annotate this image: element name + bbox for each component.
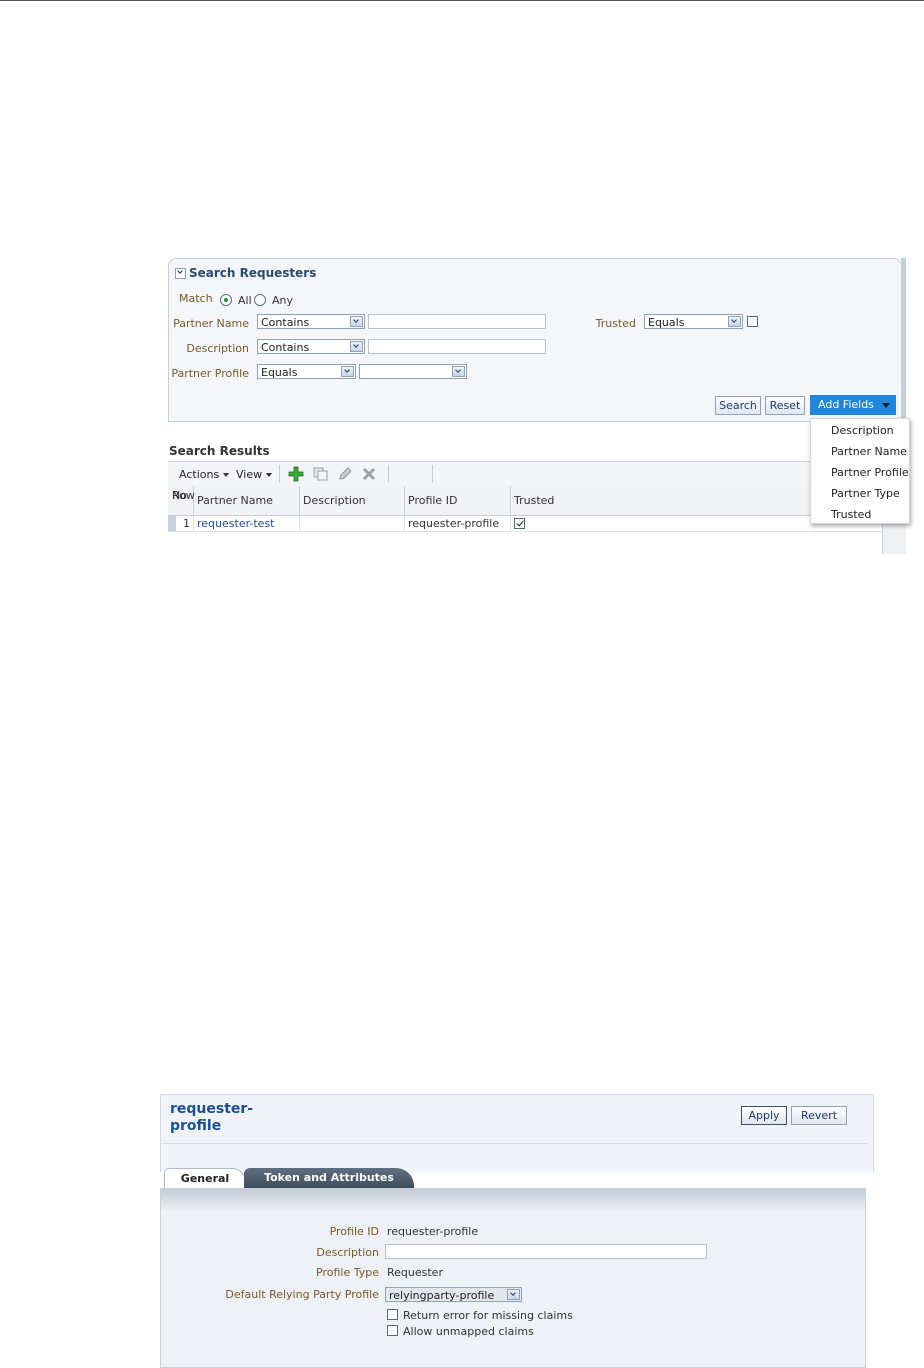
page-top-rule [0, 0, 924, 1]
search-button[interactable]: Search [715, 396, 761, 415]
chevron-down-icon [350, 341, 363, 352]
chevron-down-icon [452, 366, 465, 377]
default-rp-profile-select[interactable]: relyingparty-profile [385, 1287, 522, 1302]
tab-token-and-attributes[interactable]: Token and Attributes [244, 1168, 414, 1188]
add-icon[interactable] [288, 466, 304, 482]
chevron-down-icon [350, 316, 363, 327]
profile-type-value: Requester [387, 1266, 443, 1279]
view-menu[interactable]: View [236, 468, 273, 481]
vertical-scrollbar[interactable] [901, 258, 906, 428]
trusted-row-checkbox[interactable] [514, 518, 525, 529]
add-fields-dropdown: Description Partner Name Partner Profile… [810, 418, 910, 524]
default-rp-profile-label: Default Relying Party Profile [225, 1288, 379, 1301]
description-input[interactable] [368, 339, 546, 354]
menu-item-partner-profile[interactable]: Partner Profile [831, 466, 909, 479]
match-all-label: All [238, 294, 252, 307]
tab-general[interactable]: General [164, 1168, 246, 1188]
description-field-input[interactable] [385, 1244, 707, 1259]
results-table: Row No. Partner Name Description Profile … [168, 486, 883, 554]
row-no-line2: No. [172, 489, 191, 502]
partner-profile-label: Partner Profile [171, 367, 249, 380]
chevron-down-icon [728, 316, 741, 327]
allow-unmapped-label: Allow unmapped claims [403, 1325, 534, 1338]
collapse-chevron-icon[interactable] [175, 267, 186, 279]
caret-down-icon [882, 403, 890, 408]
reset-button[interactable]: Reset [765, 396, 805, 415]
column-header-profile-id[interactable]: Profile ID [405, 486, 511, 515]
row-number-cell: 1 [168, 516, 194, 531]
match-any-label: Any [272, 294, 294, 307]
return-error-label: Return error for missing claims [403, 1309, 573, 1322]
partner-name-operator-value: Contains [261, 316, 310, 329]
partner-name-label: Partner Name [173, 317, 249, 330]
body-gradient [161, 1189, 865, 1211]
actions-menu[interactable]: Actions [179, 468, 230, 481]
search-box: Search Requesters Match All Any Partner … [168, 258, 902, 422]
column-header-description[interactable]: Description [300, 486, 405, 515]
partner-name-operator-select[interactable]: Contains [257, 314, 365, 329]
trusted-checkbox[interactable] [747, 316, 758, 327]
table-row[interactable]: 1 requester-test requester-profile [168, 516, 883, 532]
trusted-label: Trusted [595, 317, 636, 330]
page-title-line2: profile [170, 1118, 222, 1134]
edit-pencil-icon[interactable] [337, 466, 353, 482]
actions-menu-label: Actions [179, 468, 220, 481]
caret-down-icon [266, 472, 273, 477]
return-error-checkbox[interactable] [387, 1309, 398, 1320]
partner-name-link[interactable]: requester-test [194, 516, 300, 531]
duplicate-icon[interactable] [313, 466, 329, 482]
match-label: Match [179, 292, 213, 305]
menu-item-trusted[interactable]: Trusted [831, 508, 871, 521]
chevron-down-icon [341, 366, 354, 377]
toolbar-separator [388, 465, 389, 483]
profile-id-cell: requester-profile [405, 516, 511, 531]
toolbar-separator [432, 465, 433, 483]
description-label: Description [186, 342, 249, 355]
default-rp-profile-value: relyingparty-profile [389, 1289, 495, 1302]
header-divider [161, 1143, 867, 1144]
chevron-down-icon [507, 1289, 520, 1300]
page-title-line1: requester- [170, 1101, 254, 1117]
search-title-text: Search Requesters [189, 266, 317, 280]
allow-unmapped-checkbox[interactable] [387, 1325, 398, 1336]
apply-button[interactable]: Apply [741, 1106, 787, 1125]
caret-down-icon [223, 472, 230, 477]
revert-button[interactable]: Revert [791, 1106, 847, 1125]
add-fields-label: Add Fields [818, 398, 874, 411]
menu-item-description[interactable]: Description [831, 424, 894, 437]
description-operator-value: Contains [261, 341, 310, 354]
description-field-label: Description [316, 1246, 379, 1259]
page-title: requester- profile [170, 1101, 253, 1135]
profile-id-value: requester-profile [387, 1225, 479, 1238]
search-title[interactable]: Search Requesters [175, 266, 316, 280]
delete-icon[interactable] [361, 466, 377, 482]
results-toolbar: Actions View [168, 461, 906, 487]
partner-name-input[interactable] [368, 314, 546, 329]
menu-item-partner-name[interactable]: Partner Name [831, 445, 907, 458]
partner-profile-operator-select[interactable]: Equals [257, 364, 356, 379]
profile-header: requester- profile Apply Revert [160, 1094, 874, 1172]
trusted-operator-select[interactable]: Equals [644, 314, 743, 329]
add-fields-button[interactable]: Add Fields [810, 395, 896, 415]
view-menu-label: View [236, 468, 263, 481]
partner-profile-value-select[interactable] [359, 364, 467, 379]
profile-id-label: Profile ID [329, 1225, 379, 1238]
profile-type-label: Profile Type [316, 1266, 379, 1279]
partner-profile-operator-value: Equals [261, 366, 298, 379]
match-all-radio[interactable] [220, 294, 232, 306]
description-cell [300, 516, 405, 531]
search-results-title: Search Results [169, 444, 270, 458]
description-operator-select[interactable]: Contains [257, 339, 365, 354]
column-header-row-no[interactable]: Row No. [168, 486, 195, 515]
column-header-partner-name[interactable]: Partner Name [194, 486, 300, 515]
trusted-operator-value: Equals [648, 316, 685, 329]
table-header: Row No. Partner Name Description Profile … [168, 486, 883, 516]
search-requesters-panel: Search Requesters Match All Any Partner … [168, 258, 906, 554]
toolbar-separator [279, 465, 280, 483]
match-any-radio[interactable] [254, 294, 266, 306]
menu-item-partner-type[interactable]: Partner Type [831, 487, 900, 500]
